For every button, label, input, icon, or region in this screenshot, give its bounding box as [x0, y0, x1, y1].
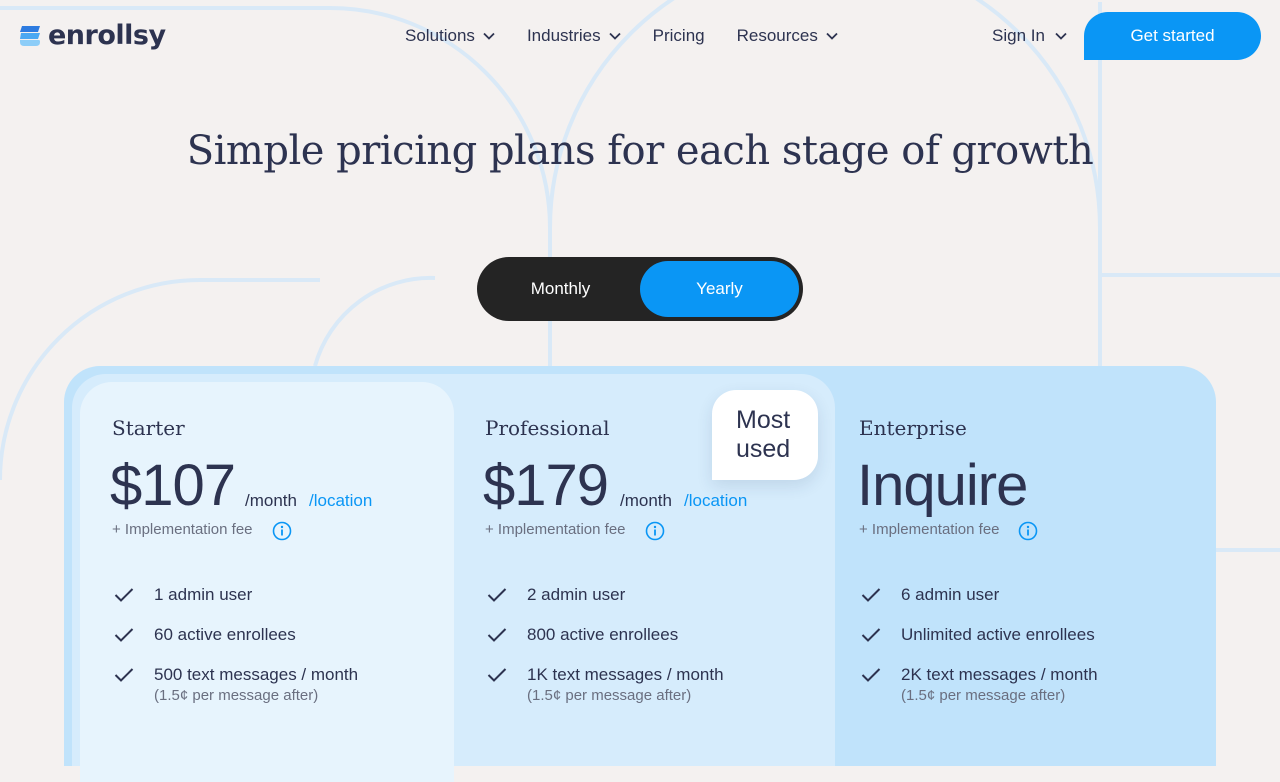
info-icon[interactable] [645, 521, 665, 541]
feature-text: 1K text messages / month (1.5¢ per messag… [527, 665, 724, 704]
check-icon [114, 668, 134, 682]
chevron-down-icon [609, 32, 621, 40]
sign-in-menu[interactable]: Sign In [992, 24, 1067, 48]
feature-text-main: 1K text messages / month [527, 665, 724, 684]
feature-item: 1K text messages / month (1.5¢ per messag… [487, 665, 724, 704]
top-nav: enrollsy Solutions Industries Pricing Re… [0, 0, 1280, 72]
logo-text: enrollsy [48, 20, 166, 51]
feature-item: 800 active enrollees [487, 625, 678, 645]
check-icon [487, 588, 507, 602]
plan-name-enterprise: Enterprise [859, 416, 967, 440]
pricing-cards [64, 366, 1216, 782]
check-icon [114, 628, 134, 642]
feature-text: 2K text messages / month (1.5¢ per messag… [901, 665, 1098, 704]
feature-item: 1 admin user [114, 585, 252, 605]
feature-text-main: 2K text messages / month [901, 665, 1098, 684]
price-period-professional: /month [620, 491, 672, 510]
price-period-starter: /month [245, 491, 297, 510]
price-professional: $179 [483, 453, 609, 518]
get-started-button[interactable]: Get started [1084, 12, 1261, 60]
plan-name-professional: Professional [485, 416, 610, 440]
check-icon [487, 628, 507, 642]
toggle-yearly[interactable]: Yearly [640, 261, 799, 317]
feature-text: 1 admin user [154, 585, 253, 604]
price-starter: $107 [110, 453, 236, 518]
page-title: Simple pricing plans for each stage of g… [186, 128, 1094, 174]
chevron-down-icon [826, 32, 838, 40]
price-unit-professional: /location [684, 491, 748, 510]
check-icon [861, 668, 881, 682]
feature-text: 6 admin user [901, 585, 1000, 604]
feature-item: 60 active enrollees [114, 625, 296, 645]
main-menu: Solutions Industries Pricing Resources [405, 24, 870, 48]
price-enterprise: Inquire [857, 453, 1028, 518]
fee-professional: + Implementation fee [485, 521, 626, 538]
nav-pricing[interactable]: Pricing [653, 24, 705, 48]
toggle-monthly[interactable]: Monthly [481, 261, 640, 317]
nav-resources-label: Resources [736, 26, 818, 45]
price-unit-starter: /location [309, 491, 373, 510]
feature-subtext: (1.5¢ per message after) [527, 687, 692, 704]
logo[interactable]: enrollsy [18, 22, 166, 50]
check-icon [861, 628, 881, 642]
info-icon[interactable] [1018, 521, 1038, 541]
feature-text: 800 active enrollees [527, 625, 679, 644]
nav-pricing-label: Pricing [652, 26, 705, 45]
feature-item: 6 admin user [861, 585, 999, 605]
nav-resources[interactable]: Resources [737, 24, 838, 48]
nav-industries-label: Industries [526, 26, 601, 45]
feature-text-main: 500 text messages / month [154, 665, 359, 684]
feature-text: 60 active enrollees [154, 625, 296, 644]
nav-solutions[interactable]: Solutions [405, 24, 495, 48]
feature-item: 500 text messages / month (1.5¢ per messa… [114, 665, 358, 704]
logo-mark [20, 26, 40, 46]
feature-item: Unlimited active enrollees [861, 625, 1095, 645]
feature-text: 2 admin user [527, 585, 626, 604]
feature-item: 2K text messages / month (1.5¢ per messag… [861, 665, 1098, 704]
check-icon [487, 668, 507, 682]
feature-text: 500 text messages / month (1.5¢ per messa… [154, 665, 358, 704]
most-used-badge: Most used [712, 390, 818, 480]
fee-starter: + Implementation fee [112, 521, 253, 538]
info-icon[interactable] [272, 521, 292, 541]
sign-in-label: Sign In [992, 26, 1045, 45]
chevron-down-icon [1055, 32, 1067, 40]
feature-subtext: (1.5¢ per message after) [154, 687, 319, 704]
starter-card-bg [80, 382, 454, 782]
check-icon [114, 588, 134, 602]
fee-enterprise: + Implementation fee [859, 521, 1000, 538]
feature-text: Unlimited active enrollees [901, 625, 1095, 644]
feature-subtext: (1.5¢ per message after) [901, 687, 1066, 704]
nav-industries[interactable]: Industries [527, 24, 621, 48]
billing-toggle: Monthly Yearly [477, 257, 803, 321]
feature-item: 2 admin user [487, 585, 625, 605]
nav-solutions-label: Solutions [405, 26, 475, 45]
plan-name-starter: Starter [112, 416, 185, 440]
check-icon [861, 588, 881, 602]
chevron-down-icon [483, 32, 495, 40]
